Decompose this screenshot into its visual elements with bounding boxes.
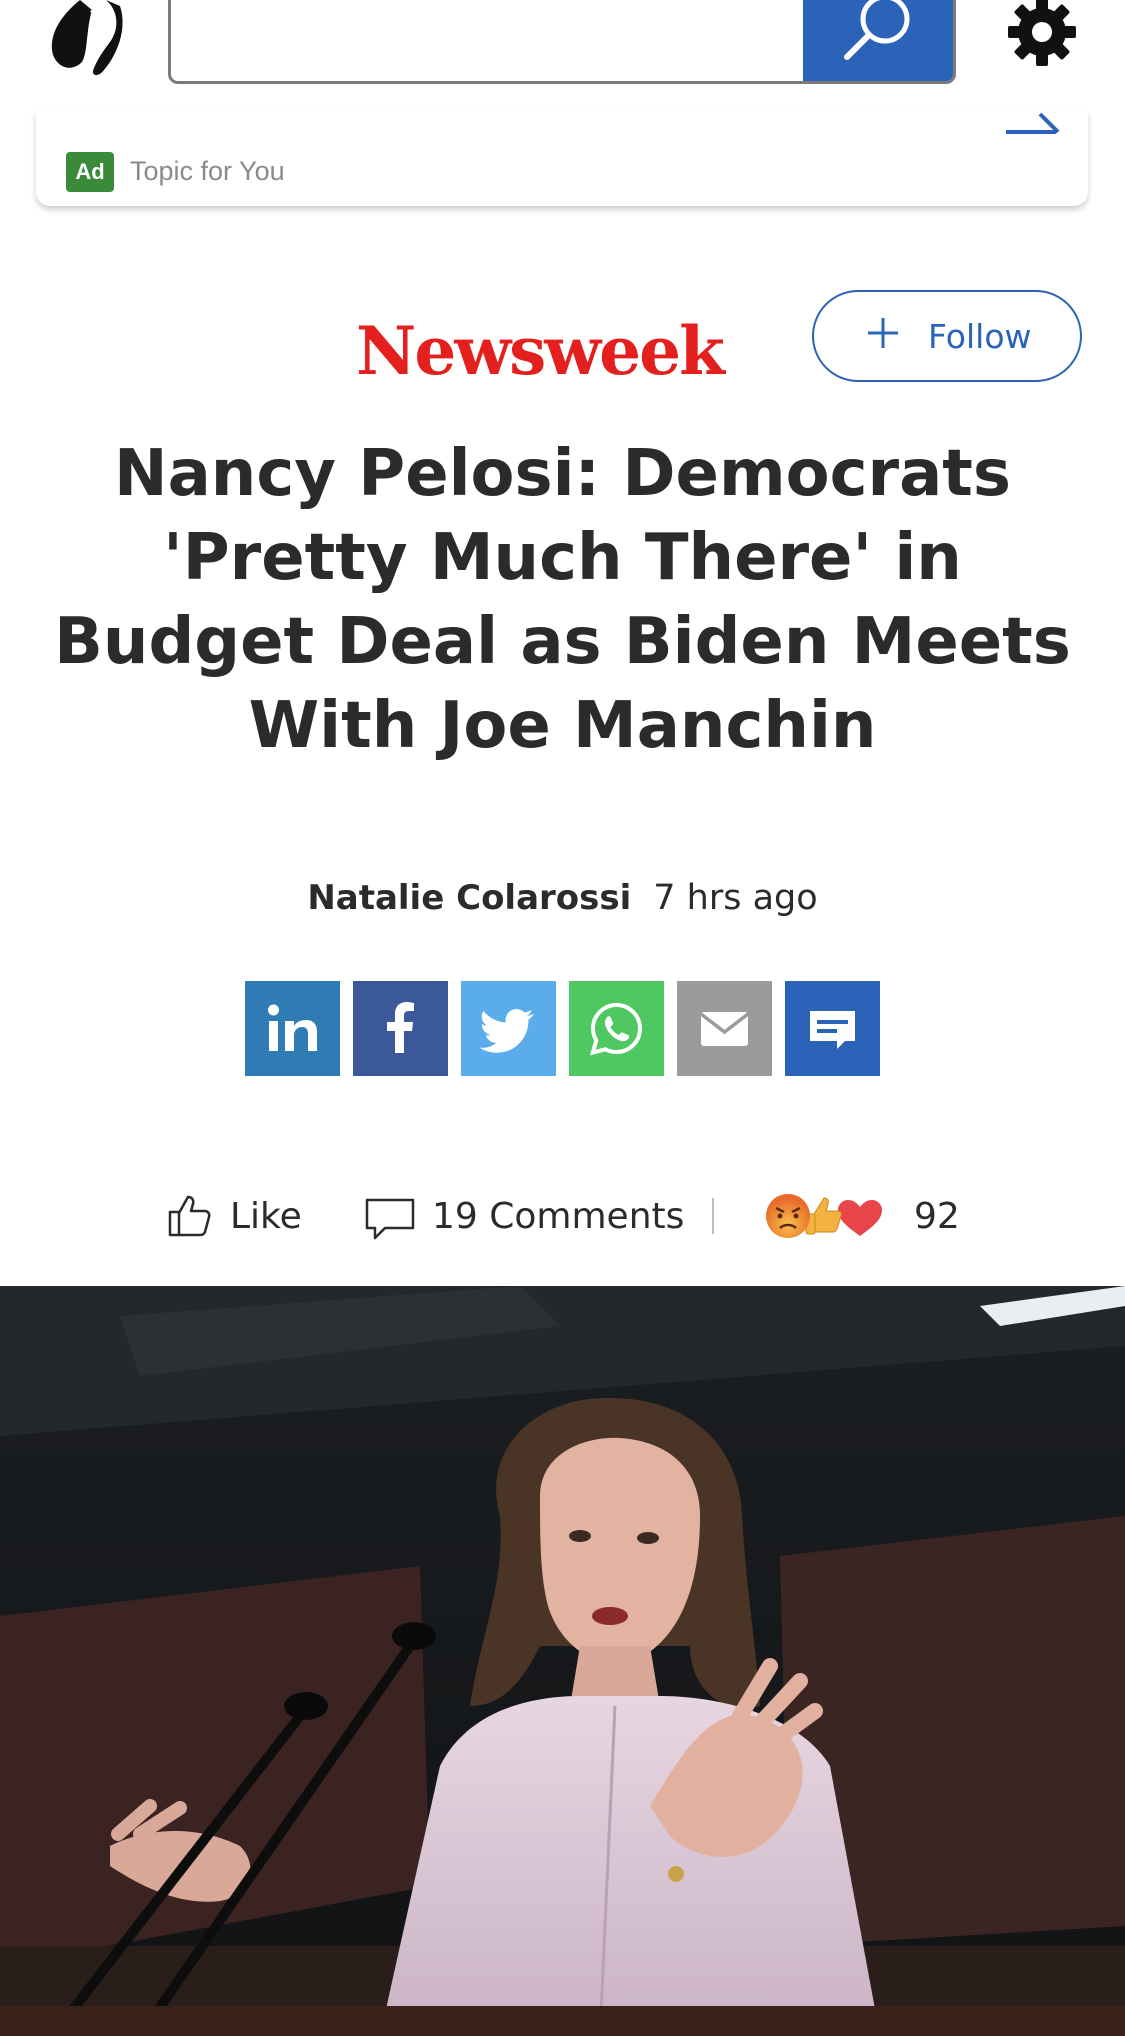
- comments-count-label: 19 Comments: [432, 1196, 685, 1237]
- reaction-emojis-icon: [766, 1194, 882, 1238]
- comment-icon: [785, 981, 880, 1076]
- thumbs-up-icon: [168, 1195, 211, 1237]
- divider: [712, 1198, 714, 1234]
- follow-label: Follow: [928, 317, 1032, 356]
- reactions-summary[interactable]: [764, 1188, 894, 1244]
- search-input[interactable]: [171, 0, 807, 81]
- share-email-button[interactable]: [677, 981, 772, 1076]
- speech-bubble-icon: [365, 1198, 415, 1240]
- plus-icon: [868, 318, 898, 348]
- whatsapp-icon: [569, 981, 664, 1076]
- mail-icon: [677, 981, 772, 1076]
- butterfly-icon[interactable]: [40, 0, 130, 78]
- author-name[interactable]: Natalie Colarossi: [307, 878, 631, 918]
- ad-badge: Ad: [66, 152, 114, 192]
- ad-topic-label: Topic for You: [130, 156, 285, 186]
- engagement-bar: Like 19 Comments 92: [0, 1180, 1125, 1250]
- top-bar: [0, 0, 1125, 112]
- share-comment-button[interactable]: [785, 981, 880, 1076]
- twitter-icon: [461, 981, 556, 1076]
- search-icon: [844, 0, 910, 60]
- share-whatsapp-button[interactable]: [569, 981, 664, 1076]
- article-headline: Nancy Pelosi: Democrats 'Pretty Much The…: [54, 437, 1071, 763]
- share-twitter-button[interactable]: [461, 981, 556, 1076]
- ad-card[interactable]: Ad Topic for You: [36, 110, 1088, 206]
- publisher-logo[interactable]: Newsweek: [356, 312, 760, 390]
- share-linkedin-button[interactable]: [245, 981, 340, 1076]
- facebook-icon: [353, 981, 448, 1076]
- publish-time: 7 hrs ago: [653, 878, 818, 918]
- search-button[interactable]: [803, 0, 953, 81]
- arrow-right-icon[interactable]: [1002, 110, 1066, 138]
- reaction-count: 92: [914, 1196, 960, 1237]
- share-facebook-button[interactable]: [353, 981, 448, 1076]
- linkedin-icon: [245, 981, 340, 1076]
- news-photo: [0, 1286, 1125, 2036]
- gear-icon[interactable]: [1004, 0, 1080, 70]
- byline: Natalie Colarossi 7 hrs ago: [0, 878, 1125, 918]
- follow-button[interactable]: Follow: [812, 290, 1082, 382]
- article-photo[interactable]: [0, 1286, 1125, 2036]
- like-label: Like: [230, 1196, 302, 1237]
- search-bar: [168, 0, 956, 84]
